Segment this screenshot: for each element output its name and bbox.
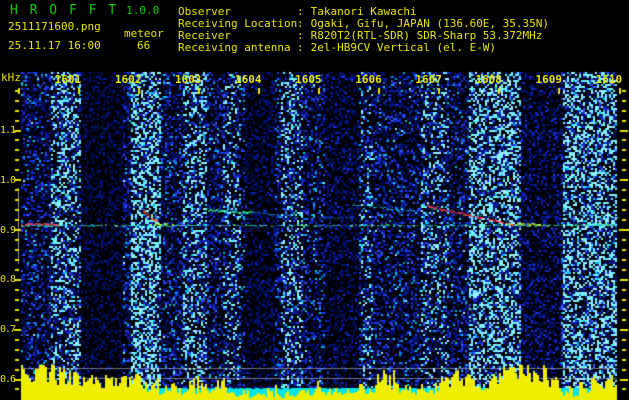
time-axis-label: 1606 bbox=[355, 73, 382, 86]
station-info: Observer: Takanori Kawachi Receiving Locat… bbox=[178, 6, 549, 54]
freq-axis-unit: kHz bbox=[1, 71, 21, 84]
app-name: H R O F F T bbox=[10, 3, 119, 18]
spectrogram-canvas bbox=[0, 0, 629, 400]
freq-axis-label: 1.1 bbox=[0, 125, 16, 136]
time-axis-label: 1601 bbox=[54, 73, 82, 86]
echo-count: 66 bbox=[137, 39, 151, 52]
freq-axis-label: 1.0 bbox=[0, 174, 16, 186]
hrofft-window: H R O F F T 1.0.0 2511171600.png meteor 2… bbox=[0, 0, 629, 400]
time-axis-label: 1607 bbox=[415, 73, 442, 86]
time-axis-label: 1608 bbox=[475, 73, 502, 86]
app-version: 1.0.0 bbox=[126, 4, 160, 17]
time-axis-label: 1604 bbox=[235, 73, 262, 86]
observation-datetime: 25.11.17 16:00 bbox=[8, 39, 101, 52]
time-axis-label: 1609 bbox=[535, 73, 563, 86]
freq-axis-label: 0.9 bbox=[0, 224, 16, 236]
info-row: Receiving antenna:2el-HB9CV Vertical (el… bbox=[178, 42, 549, 54]
time-axis-label: 1603 bbox=[174, 73, 202, 86]
freq-axis-label: 0.6 bbox=[0, 374, 16, 385]
freq-axis-label: 0.8 bbox=[0, 274, 16, 286]
app-title: H R O F F T 1.0.0 bbox=[10, 3, 159, 18]
info-separator: : bbox=[297, 41, 304, 54]
output-filename: 2511171600.png bbox=[8, 20, 101, 33]
time-axis-label: 1605 bbox=[295, 73, 322, 86]
info-label: Receiving antenna bbox=[178, 41, 291, 54]
info-value: 2el-HB9CV Vertical (el. E-W) bbox=[310, 41, 497, 54]
time-axis-label: 1602 bbox=[114, 73, 142, 86]
time-axis-label: 1610 bbox=[595, 73, 623, 86]
freq-axis-label: 0.7 bbox=[0, 324, 16, 336]
